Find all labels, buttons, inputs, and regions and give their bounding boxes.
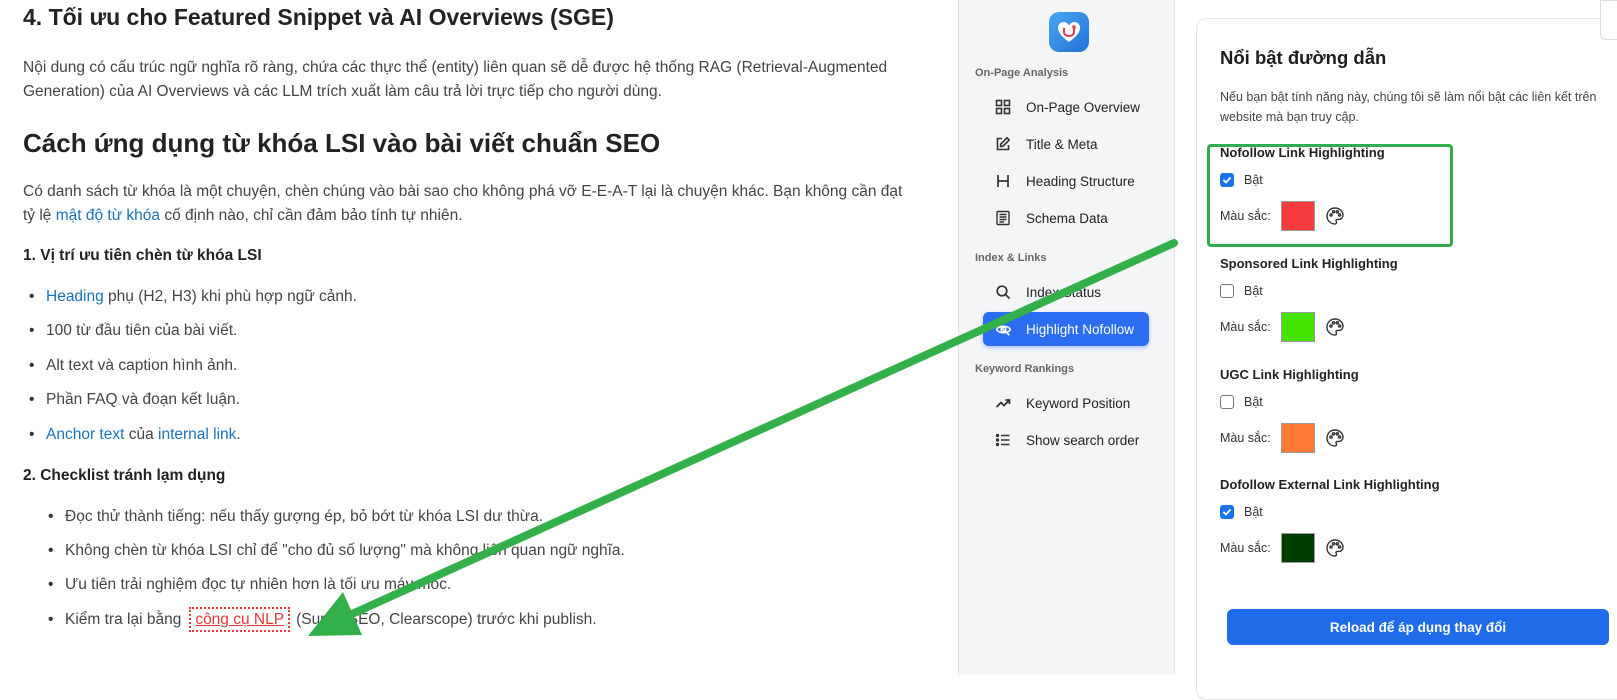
list-item-text: Kiểm tra lại bằng <box>65 611 182 628</box>
paragraph-eeat: Có danh sách từ khóa là một chuyện, chèn… <box>23 180 913 228</box>
trending-up-icon <box>994 394 1012 412</box>
anchor-text-link[interactable]: Anchor text <box>46 426 124 443</box>
sidebar-item-label: Show search order <box>1026 432 1140 448</box>
dofollow-toggle-label: Bật <box>1244 505 1263 519</box>
window-edge-control <box>1600 0 1617 40</box>
list-order-icon <box>994 431 1012 449</box>
sidebar-item-index-status[interactable]: Index Status <box>983 275 1149 309</box>
panel-title: Nổi bật đường dẫn <box>1220 47 1387 68</box>
subheading-checklist: 2. Checklist tránh lạm dụng <box>23 467 226 484</box>
ugc-color-swatch[interactable] <box>1280 423 1315 453</box>
sidebar-item-label: Schema Data <box>1026 210 1108 226</box>
palette-icon[interactable] <box>1324 316 1346 338</box>
list-item-text: (Surfer SEO, Clearscope) trước khi publi… <box>296 611 597 628</box>
sidebar-item-label: Keyword Position <box>1026 395 1131 411</box>
ugc-color-label: Màu sắc: <box>1220 431 1271 445</box>
highlight-settings-panel: Nổi bật đường dẫn Nếu bạn bật tính năng … <box>1196 18 1617 700</box>
ugc-checkbox[interactable] <box>1220 395 1234 409</box>
eye-off-icon <box>994 320 1012 338</box>
list-item: Không chèn từ khóa LSI chỉ để "cho đủ số… <box>48 542 625 560</box>
dofollow-checkbox[interactable] <box>1220 505 1234 519</box>
ugc-toggle-label: Bật <box>1244 395 1263 409</box>
list-item: Kiểm tra lại bằng công cụ NLP (Surfer SEO,… <box>48 607 597 632</box>
dofollow-color-row: Màu sắc: <box>1220 533 1346 563</box>
list-item: Alt text và caption hình ảnh. <box>29 357 237 375</box>
sidebar-item-label: Heading Structure <box>1026 173 1135 189</box>
keyword-density-link[interactable]: mật độ từ khóa <box>56 207 160 224</box>
sidebar-section-onpage: On-Page Analysis <box>975 67 1069 79</box>
dofollow-color-label: Màu sắc: <box>1220 541 1271 555</box>
list-item: Đọc thử thành tiếng: nếu thấy gượng ép, … <box>48 508 543 526</box>
schema-icon <box>994 209 1012 227</box>
sidebar-item-label: Title & Meta <box>1026 136 1098 152</box>
sponsored-checkbox[interactable] <box>1220 284 1234 298</box>
list-item-text: của <box>124 426 159 443</box>
list-item: Ưu tiên trải nghiệm đọc tự nhiên hơn là … <box>48 576 451 594</box>
sidebar-item-title-meta[interactable]: Title & Meta <box>983 127 1149 161</box>
ugc-color-row: Màu sắc: <box>1220 423 1346 453</box>
internal-link-link[interactable]: internal link <box>158 426 236 443</box>
article-heading-lsi: Cách ứng dụng từ khóa LSI vào bài viết c… <box>23 128 661 158</box>
annotation-highlight-box <box>1207 144 1453 247</box>
sidebar-section-keyword-rankings: Keyword Rankings <box>975 363 1075 375</box>
extension-logo <box>1049 12 1089 52</box>
dofollow-toggle-row[interactable]: Bật <box>1220 505 1263 519</box>
dofollow-color-swatch[interactable] <box>1280 533 1315 563</box>
sidebar-item-label: Index Status <box>1026 284 1102 300</box>
panel-description: Nếu bạn bật tính năng này, chúng tôi sẽ … <box>1220 90 1597 124</box>
sidebar-item-show-search-order[interactable]: Show search order <box>983 423 1149 457</box>
sponsored-color-label: Màu sắc: <box>1220 320 1271 334</box>
ugc-group-title: UGC Link Highlighting <box>1220 367 1359 382</box>
list-item: Anchor text của internal link. <box>29 426 241 444</box>
section-heading-featured-snippet: 4. Tối ưu cho Featured Snippet và AI Ove… <box>23 4 614 30</box>
subheading-lsi-positions: 1. Vị trí ưu tiên chèn từ khóa LSI <box>23 247 262 264</box>
sidebar-item-onpage-overview[interactable]: On-Page Overview <box>983 90 1149 124</box>
sponsored-toggle-row[interactable]: Bật <box>1220 284 1263 298</box>
list-item: Phần FAQ và đoạn kết luận. <box>29 391 240 409</box>
sponsored-group-title: Sponsored Link Highlighting <box>1220 256 1398 271</box>
palette-icon[interactable] <box>1324 427 1346 449</box>
extension-sidebar: On-Page Analysis On-Page Overview Title … <box>958 0 1175 675</box>
sidebar-item-schema-data[interactable]: Schema Data <box>983 201 1149 235</box>
list-item: Heading phụ (H2, H3) khi phù hợp ngữ cản… <box>29 288 357 306</box>
grid-icon <box>994 98 1012 116</box>
sponsored-color-swatch[interactable] <box>1280 312 1315 342</box>
edit-icon <box>994 135 1012 153</box>
paragraph-rag: Nội dung có cấu trúc ngữ nghĩa rõ ràng, … <box>23 59 888 100</box>
reload-apply-button[interactable]: Reload để áp dụng thay đổi <box>1227 609 1609 645</box>
nlp-tool-link-highlighted[interactable]: công cụ NLP <box>189 607 291 632</box>
sidebar-item-keyword-position[interactable]: Keyword Position <box>983 386 1149 420</box>
list-item: 100 từ đầu tiên của bài viết. <box>29 322 237 340</box>
heart-stethoscope-icon <box>1058 22 1080 42</box>
list-item-text: phụ (H2, H3) khi phù hợp ngữ cảnh. <box>103 288 357 305</box>
sidebar-item-label: Highlight Nofollow <box>1026 321 1135 337</box>
ugc-toggle-row[interactable]: Bật <box>1220 395 1263 409</box>
sidebar-item-heading-structure[interactable]: Heading Structure <box>983 164 1149 198</box>
dofollow-group-title: Dofollow External Link Highlighting <box>1220 477 1440 492</box>
list-item-text: . <box>236 426 241 443</box>
paragraph-eeat-text-end: cố định nào, chỉ cần đảm bảo tính tự nhi… <box>160 207 463 224</box>
sponsored-toggle-label: Bật <box>1244 284 1263 298</box>
search-icon <box>994 283 1012 301</box>
sidebar-item-label: On-Page Overview <box>1026 99 1141 115</box>
sidebar-section-index: Index & Links <box>975 252 1047 264</box>
sponsored-color-row: Màu sắc: <box>1220 312 1346 342</box>
heading-icon <box>994 172 1012 190</box>
palette-icon[interactable] <box>1324 537 1346 559</box>
heading-link[interactable]: Heading <box>46 288 104 305</box>
sidebar-item-highlight-nofollow[interactable]: Highlight Nofollow <box>983 312 1149 346</box>
